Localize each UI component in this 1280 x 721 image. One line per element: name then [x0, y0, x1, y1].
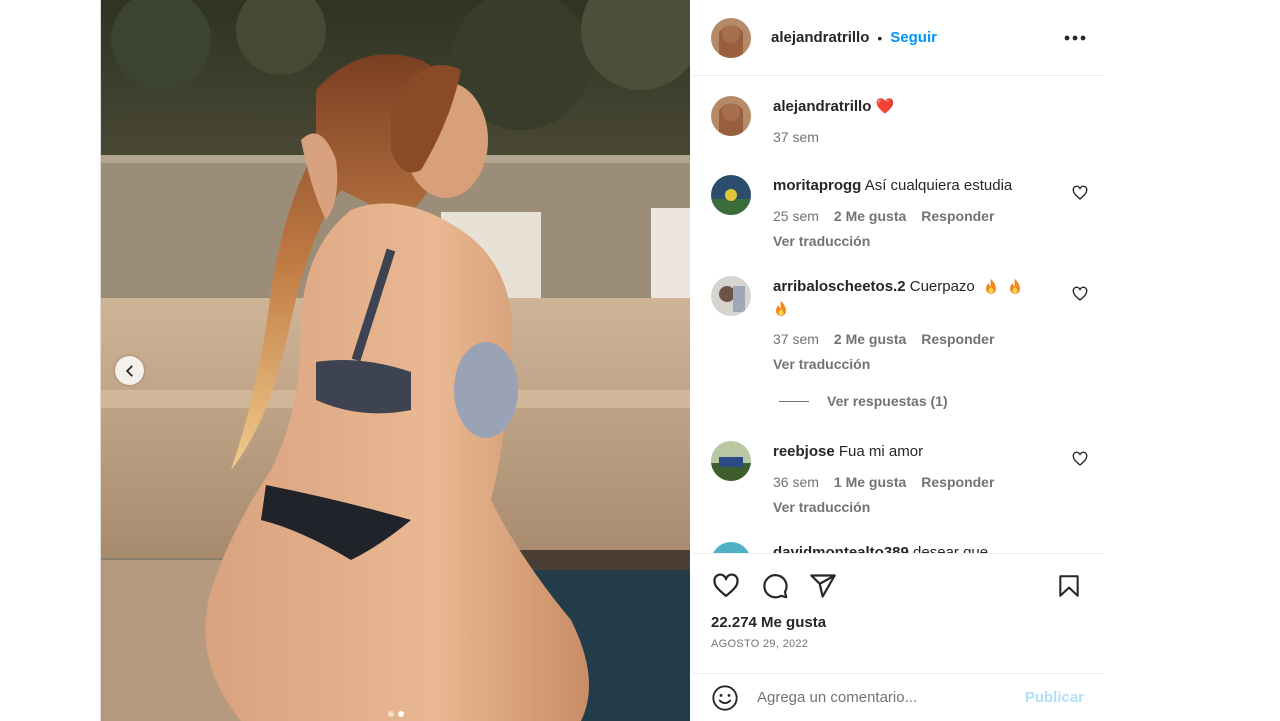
post-side-panel: alejandratrillo • Seguir alejandratrillo…: [691, 0, 1104, 721]
comments-list[interactable]: alejandratrillo ❤️ 37 sem moritaprogg As…: [691, 77, 1104, 553]
post-actions-section: 22.274 Me gusta AGOSTO 29, 2022: [691, 553, 1104, 673]
caption-meta: 37 sem: [773, 126, 1058, 148]
comment-text: Cuerpazo: [909, 278, 975, 295]
caption-username[interactable]: alejandratrillo: [773, 98, 871, 115]
send-icon: [810, 574, 836, 598]
comment-item: moritaprogg Así cualquiera estudia 25 se…: [711, 175, 1088, 255]
add-comment-bar: Publicar: [691, 673, 1104, 721]
carousel-dot: [387, 711, 394, 717]
reply-button[interactable]: Responder: [921, 328, 994, 350]
caption-body: alejandratrillo ❤️ 37 sem: [773, 96, 1058, 148]
share-button[interactable]: [809, 572, 837, 605]
carousel-prev-button[interactable]: [115, 356, 144, 385]
comment-item: reebjose Fua mi amor 36 sem 1 Me gusta R…: [711, 441, 1088, 521]
heart-icon: [1072, 451, 1088, 466]
comment-age: 25 sem: [773, 208, 819, 224]
comment-item: arribaloscheetos.2 Cuerpazo 37 sem 2 Me …: [711, 276, 1088, 376]
comment-age: 36 sem: [773, 474, 819, 490]
comment-likes[interactable]: 2 Me gusta: [834, 328, 906, 350]
fire-icon: [985, 279, 996, 295]
comment-text: desear que: [913, 544, 989, 553]
commenter-avatar[interactable]: [711, 175, 751, 215]
comment-body: davidmontealto389 desear que: [773, 542, 1058, 553]
caption-age: 37 sem: [773, 129, 819, 145]
author-avatar[interactable]: [711, 17, 751, 58]
commenter-avatar[interactable]: [711, 441, 751, 481]
follow-button[interactable]: Seguir: [890, 29, 937, 46]
comment-icon: [763, 574, 788, 599]
emoji-icon: [712, 684, 738, 711]
like-button[interactable]: [711, 572, 741, 605]
instagram-post: alejandratrillo • Seguir alejandratrillo…: [100, 0, 1104, 721]
post-date: AGOSTO 29, 2022: [711, 638, 809, 650]
comment-likes[interactable]: 1 Me gusta: [834, 471, 906, 493]
caption-avatar[interactable]: [711, 96, 751, 136]
comment-text: Fua mi amor: [838, 443, 924, 460]
comment-username[interactable]: arribaloscheetos.2: [773, 278, 906, 295]
carousel-dot-active: [397, 711, 404, 717]
comment-age: 37 sem: [773, 331, 819, 347]
publish-button[interactable]: Publicar: [1025, 689, 1084, 706]
likes-count[interactable]: 22.274 Me gusta: [711, 614, 826, 631]
more-options-button[interactable]: [1062, 28, 1088, 48]
comment-meta: 25 sem 2 Me gusta Responder: [773, 205, 1058, 227]
translate-button[interactable]: Ver traducción: [773, 230, 1058, 252]
heart-icon: [1072, 185, 1088, 200]
chevron-left-icon: [125, 364, 133, 377]
author-username[interactable]: alejandratrillo: [771, 29, 869, 46]
post-image[interactable]: [101, 0, 690, 721]
commenter-avatar[interactable]: [711, 276, 751, 316]
translate-button[interactable]: Ver traducción: [773, 353, 1058, 375]
like-comment-button[interactable]: [1072, 451, 1088, 472]
post-header: alejandratrillo • Seguir: [691, 0, 1104, 76]
like-comment-button[interactable]: [1072, 185, 1088, 206]
comment-username[interactable]: davidmontealto389: [773, 544, 909, 553]
caption: alejandratrillo ❤️ 37 sem: [711, 96, 1088, 156]
comment-text: Así cualquiera estudia: [864, 177, 1013, 194]
comment-item: davidmontealto389 desear que: [711, 542, 1088, 553]
bookmark-icon: [1059, 575, 1079, 597]
action-bar: [711, 572, 1082, 600]
translate-button[interactable]: Ver traducción: [773, 496, 1058, 518]
comment-likes[interactable]: 2 Me gusta: [834, 205, 906, 227]
replies-line: [779, 400, 809, 402]
comment-meta: 37 sem 2 Me gusta Responder: [773, 328, 1058, 350]
comment-body: moritaprogg Así cualquiera estudia 25 se…: [773, 175, 1058, 252]
fire-icon: [1010, 279, 1021, 295]
view-replies-label: Ver respuestas (1): [827, 393, 948, 409]
commenter-avatar[interactable]: [711, 542, 751, 553]
save-button[interactable]: [1056, 572, 1082, 605]
like-comment-button[interactable]: [1072, 286, 1088, 307]
emoji-button[interactable]: [711, 684, 739, 712]
header-separator: •: [877, 29, 883, 46]
heart-icon: [713, 573, 739, 598]
reply-button[interactable]: Responder: [921, 471, 994, 493]
more-horizontal-icon: [1064, 35, 1086, 40]
comment-username[interactable]: reebjose: [773, 443, 835, 460]
comment-body: reebjose Fua mi amor 36 sem 1 Me gusta R…: [773, 441, 1058, 518]
photo-illustration: [101, 0, 690, 721]
comment-username[interactable]: moritaprogg: [773, 177, 861, 194]
comment-input[interactable]: [757, 689, 1025, 706]
comment-body: arribaloscheetos.2 Cuerpazo 37 sem 2 Me …: [773, 276, 1058, 375]
comment-meta: 36 sem 1 Me gusta Responder: [773, 471, 1058, 493]
view-replies-button[interactable]: Ver respuestas (1): [779, 393, 948, 409]
heart-emoji: ❤️: [875, 98, 895, 115]
comment-button[interactable]: [761, 572, 789, 605]
reply-button[interactable]: Responder: [921, 205, 994, 227]
fire-icon: [776, 301, 786, 317]
heart-icon: [1072, 286, 1088, 301]
carousel-indicator: [101, 711, 690, 717]
